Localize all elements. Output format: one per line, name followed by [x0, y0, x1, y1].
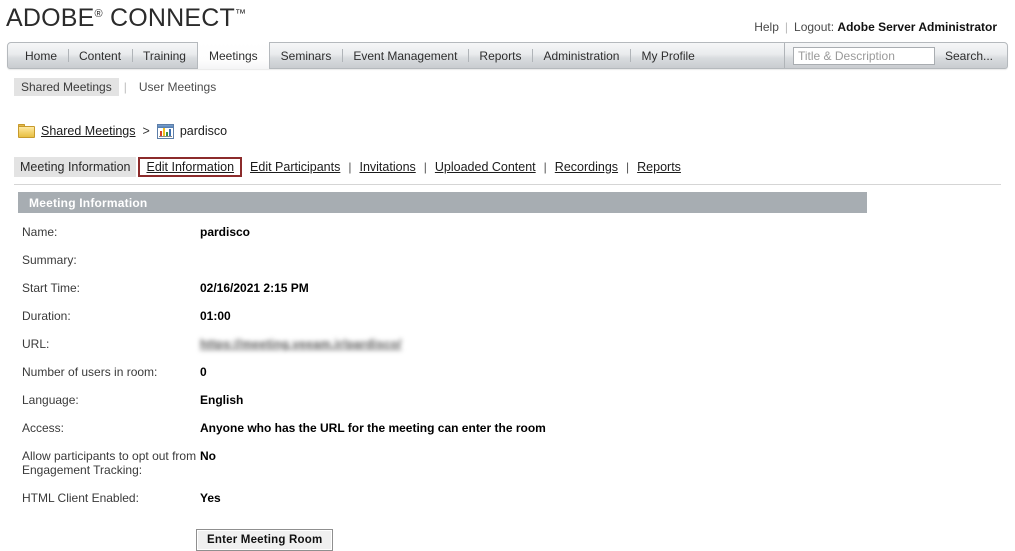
label-summary: Summary:	[22, 253, 77, 267]
subnav-item-user-meetings[interactable]: User Meetings	[132, 78, 223, 96]
help-link[interactable]: Help	[754, 20, 779, 34]
search-button[interactable]: Search...	[945, 49, 993, 63]
tab-reports[interactable]: Reports	[631, 157, 687, 177]
meeting-details-table: Name: pardisco Summary: Start Time: 02/1…	[22, 225, 546, 519]
subnav-divider: |	[123, 80, 127, 94]
main-navigation-bar: Home Content Training Meetings Seminars …	[7, 42, 1008, 69]
tab-edit-information[interactable]: Edit Information	[138, 157, 243, 177]
brand-adobe: ADOBE	[6, 4, 95, 32]
tabstrip-divider-3: |	[543, 160, 547, 174]
table-row: Start Time: 02/16/2021 2:15 PM	[22, 281, 546, 309]
meeting-room-icon	[156, 123, 174, 139]
value-summary	[200, 253, 546, 281]
nav-tab-reports[interactable]: Reports	[468, 43, 532, 68]
value-html-client-enabled: Yes	[200, 491, 221, 505]
tab-edit-participants[interactable]: Edit Participants	[244, 157, 346, 177]
value-access: Anyone who has the URL for the meeting c…	[200, 421, 546, 435]
table-row: Allow participants to opt out from Engag…	[22, 449, 546, 491]
nav-tab-home[interactable]: Home	[14, 43, 68, 68]
tab-recordings[interactable]: Recordings	[549, 157, 624, 177]
value-users-in-room: 0	[200, 365, 207, 379]
search-area: Search...	[783, 43, 1005, 68]
breadcrumb: Shared Meetings > pardisco	[18, 120, 1015, 142]
search-input[interactable]	[792, 46, 935, 65]
brand-header: ADOBE® CONNECT™ Help | Logout: Adobe Serve…	[0, 0, 1015, 42]
logout-link[interactable]: Logout:	[794, 20, 834, 34]
current-user-name: Adobe Server Administrator	[837, 20, 997, 34]
table-row: Name: pardisco	[22, 225, 546, 253]
tab-uploaded-content[interactable]: Uploaded Content	[429, 157, 542, 177]
label-users-in-room: Number of users in room:	[22, 365, 158, 379]
meetings-sub-navigation: Shared Meetings | User Meetings	[14, 78, 1015, 96]
table-row: HTML Client Enabled: Yes	[22, 491, 546, 519]
nav-tab-content[interactable]: Content	[68, 43, 132, 68]
nav-tab-event-management[interactable]: Event Management	[342, 43, 468, 68]
label-language: Language:	[22, 393, 79, 407]
value-start-time: 02/16/2021 2:15 PM	[200, 281, 309, 295]
value-language: English	[200, 393, 244, 407]
tab-invitations[interactable]: Invitations	[353, 157, 421, 177]
table-row: Duration: 01:00	[22, 309, 546, 337]
tab-meeting-information[interactable]: Meeting Information	[14, 157, 137, 177]
value-engagement-tracking-optout: No	[200, 449, 216, 463]
label-html-client-enabled: HTML Client Enabled:	[22, 491, 139, 505]
table-row: Language: English	[22, 393, 546, 421]
label-duration: Duration:	[22, 309, 71, 323]
label-url: URL:	[22, 337, 50, 351]
section-title: Meeting Information	[29, 195, 148, 210]
adobe-connect-logo: ADOBE® CONNECT™	[6, 4, 246, 33]
nav-tab-administration[interactable]: Administration	[532, 43, 630, 68]
tabstrip-divider-1: |	[348, 160, 352, 174]
label-start-time: Start Time:	[22, 281, 81, 295]
value-duration: 01:00	[200, 309, 231, 323]
label-engagement-tracking-optout: Allow participants to opt out from Engag…	[22, 449, 197, 477]
subnav-item-shared-meetings[interactable]: Shared Meetings	[14, 78, 119, 96]
nav-tab-training[interactable]: Training	[132, 43, 197, 68]
breadcrumb-link-shared-meetings[interactable]: Shared Meetings	[41, 124, 136, 138]
tabstrip-divider-4: |	[626, 160, 630, 174]
brand-connect: CONNECT	[110, 4, 236, 32]
user-bar-divider: |	[784, 20, 789, 34]
breadcrumb-current-meeting: pardisco	[179, 124, 228, 138]
table-row: Access: Anyone who has the URL for the m…	[22, 421, 546, 449]
breadcrumb-separator: >	[142, 124, 150, 138]
trademark-mark: ™	[235, 8, 247, 20]
label-name: Name:	[22, 225, 58, 239]
tabstrip-divider-2: |	[423, 160, 427, 174]
meeting-information-section-header: Meeting Information	[18, 192, 867, 213]
folder-icon	[18, 124, 35, 138]
registered-mark: ®	[94, 8, 103, 20]
value-name: pardisco	[200, 225, 251, 239]
value-url-cell: https://meeting.veeam.ir/pardisco/	[200, 337, 546, 365]
nav-tab-meetings[interactable]: Meetings	[196, 42, 270, 69]
user-session-bar: Help | Logout: Adobe Server Administrator	[754, 20, 997, 34]
meeting-url-link[interactable]: https://meeting.veeam.ir/pardisco/	[200, 337, 402, 351]
tabstrip-underline	[14, 184, 1001, 185]
table-row: URL: https://meeting.veeam.ir/pardisco/	[22, 337, 546, 365]
nav-tab-seminars[interactable]: Seminars	[270, 43, 343, 68]
label-access: Access:	[22, 421, 65, 435]
nav-tab-my-profile[interactable]: My Profile	[630, 43, 705, 68]
table-row: Summary:	[22, 253, 546, 281]
meeting-tabstrip: Meeting Information Edit Information Edi…	[14, 156, 1015, 178]
table-row: Number of users in room: 0	[22, 365, 546, 393]
